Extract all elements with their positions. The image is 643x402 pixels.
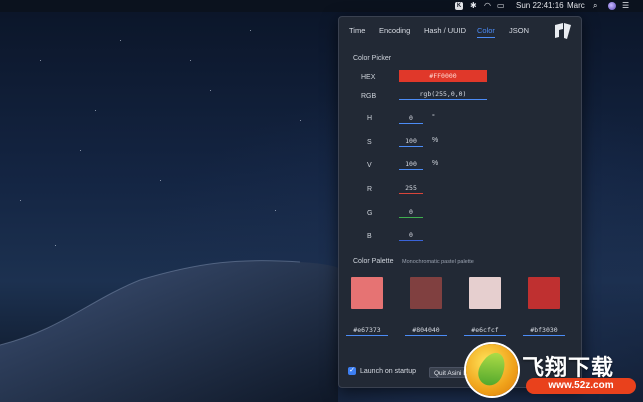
h-label: H — [367, 115, 373, 122]
palette-swatch[interactable] — [410, 277, 442, 309]
h-unit: ° — [432, 114, 435, 121]
swatch-hex-label[interactable]: #e6cfcf — [464, 325, 506, 336]
g-label: G — [367, 210, 373, 217]
palette-title: Color Palette — [353, 258, 394, 265]
app-logo-icon — [555, 23, 571, 39]
app-menu-icon[interactable]: K — [455, 1, 463, 11]
v-label: V — [367, 162, 372, 169]
color-picker-title: Color Picker — [353, 55, 392, 62]
rgb-input[interactable]: rgb(255,0,0) — [399, 89, 487, 100]
palette-swatch[interactable] — [469, 277, 501, 309]
rgb-label: RGB — [361, 93, 377, 100]
list-icon[interactable]: ☰ — [622, 1, 629, 11]
app-glyph: K — [455, 2, 463, 10]
launch-on-startup-row[interactable]: ✓ Launch on startup — [348, 367, 416, 375]
launch-label: Launch on startup — [360, 367, 417, 375]
swatch-hex-label[interactable]: #bf3030 — [523, 325, 565, 336]
menu-bar: K ✱ ◠ ▭ Sun 22:41:16 Marc ⌕ ☰ — [0, 0, 643, 12]
avatar-icon[interactable] — [608, 1, 616, 11]
palette-swatch[interactable] — [351, 277, 383, 309]
palette-subtitle: Monochromatic pastel palette — [402, 259, 474, 265]
battery-icon[interactable]: ▭ — [497, 1, 505, 11]
tab-json[interactable]: JSON — [509, 25, 529, 37]
swatch-hex-label[interactable]: #e67373 — [346, 325, 388, 336]
menubar-clock[interactable]: Sun 22:41:16 — [516, 1, 564, 11]
watermark-url: www.52z.com — [526, 378, 636, 394]
tab-bar: Time Encoding Hash / UUID Color JSON — [347, 25, 573, 41]
menubar-user[interactable]: Marc — [567, 1, 585, 11]
r-input[interactable]: 255 — [399, 183, 423, 194]
launch-checkbox[interactable]: ✓ — [348, 367, 356, 375]
tab-time[interactable]: Time — [349, 25, 365, 37]
swatch-hex-label[interactable]: #804040 — [405, 325, 447, 336]
v-input[interactable]: 100 — [399, 159, 423, 170]
b-input[interactable]: 0 — [399, 230, 423, 241]
g-input[interactable]: 0 — [399, 207, 423, 218]
tab-color[interactable]: Color — [477, 25, 495, 38]
bluetooth-icon[interactable]: ✱ — [470, 1, 477, 11]
r-label: R — [367, 186, 373, 193]
b-label: B — [367, 233, 372, 240]
hex-input[interactable]: #FF0000 — [399, 70, 487, 82]
v-unit: % — [432, 160, 439, 167]
h-input[interactable]: 0 — [399, 113, 423, 124]
s-input[interactable]: 100 — [399, 136, 423, 147]
tab-encoding[interactable]: Encoding — [379, 25, 410, 37]
wifi-icon[interactable]: ◠ — [484, 1, 491, 11]
hex-label: HEX — [361, 74, 376, 81]
s-unit: % — [432, 137, 439, 144]
palette-swatch[interactable] — [528, 277, 560, 309]
search-icon[interactable]: ⌕ — [593, 1, 597, 11]
devtools-popover: Time Encoding Hash / UUID Color JSON Col… — [338, 16, 582, 388]
tab-hash-uuid[interactable]: Hash / UUID — [424, 25, 466, 37]
s-label: S — [367, 139, 372, 146]
